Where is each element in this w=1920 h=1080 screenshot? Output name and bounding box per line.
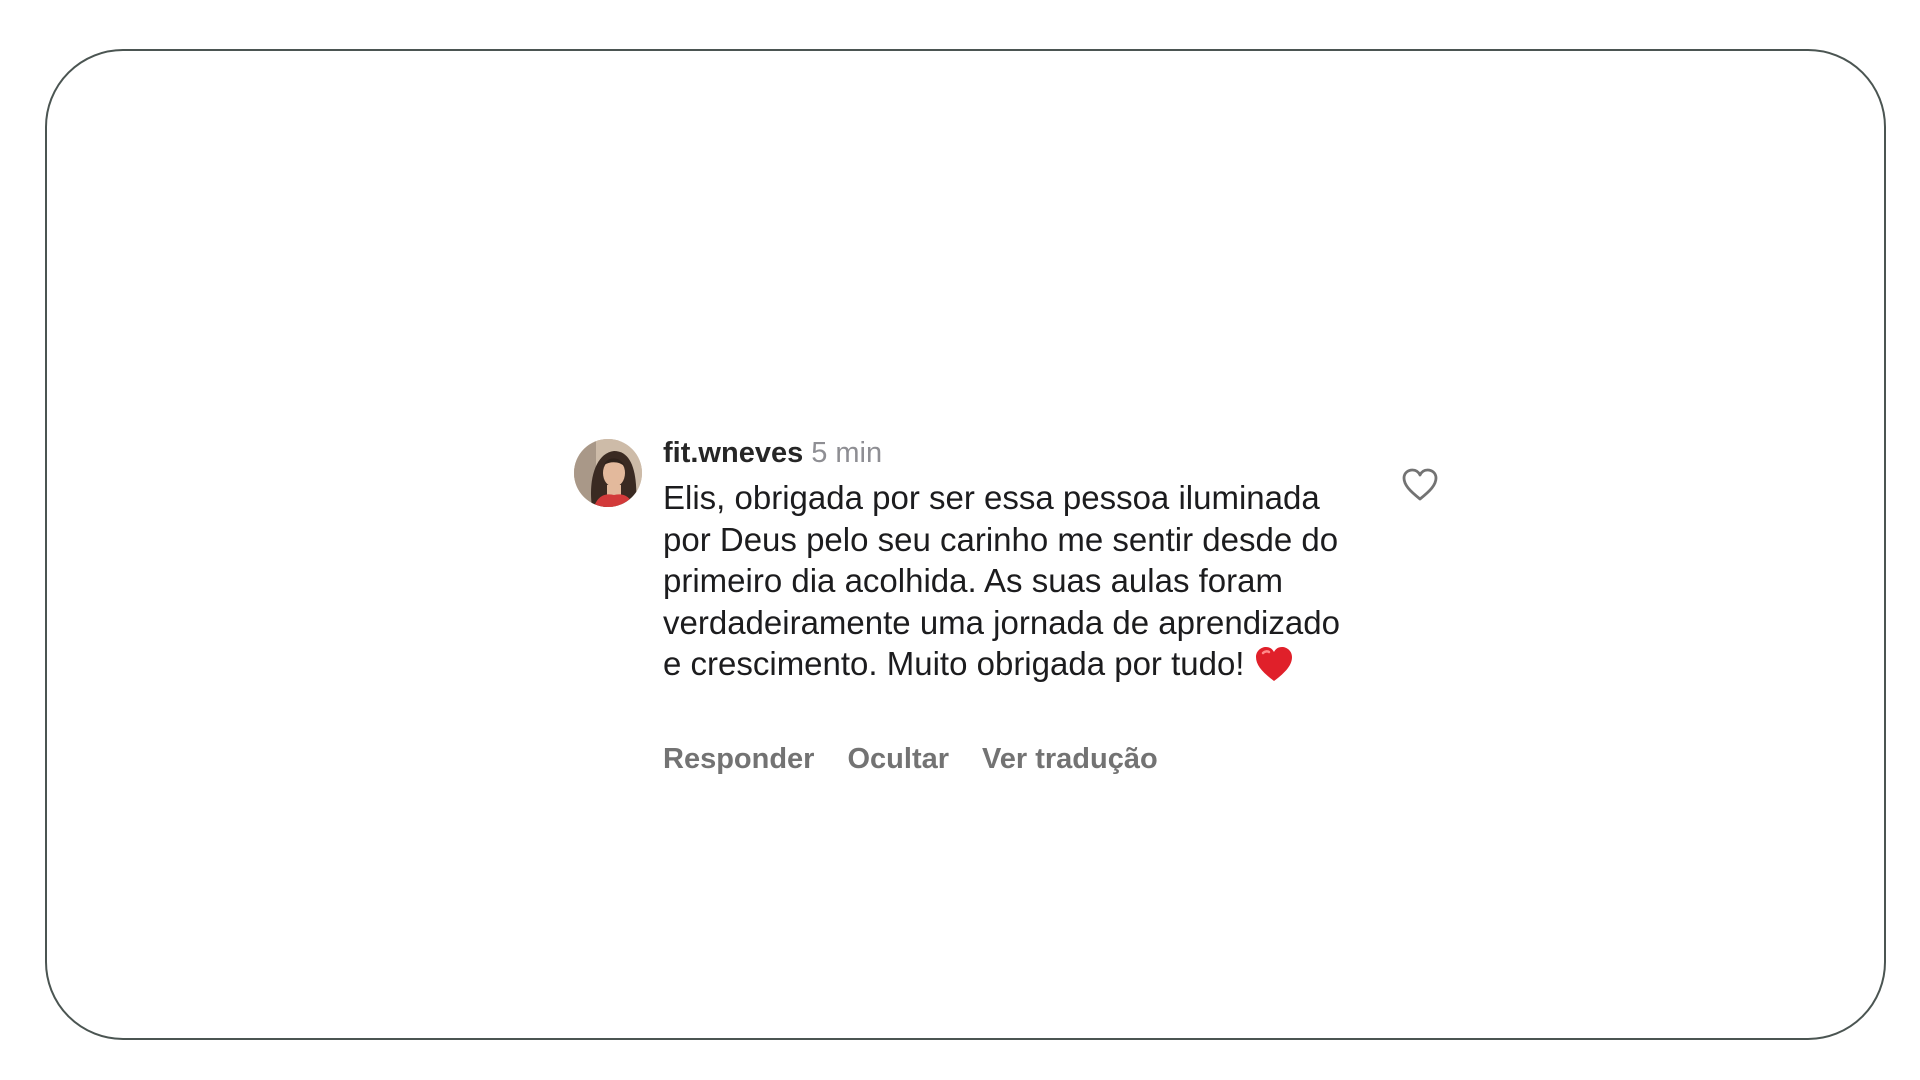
timestamp: 5 min	[811, 437, 883, 469]
avatar[interactable]	[574, 439, 642, 507]
like-button[interactable]	[1400, 465, 1440, 505]
comment-body: Elis, obrigada por ser essa pessoa ilumi…	[663, 479, 1340, 682]
comment-item: fit.wneves 5 min Elis, obrigada por ser e…	[552, 401, 1472, 801]
reply-button[interactable]: Responder	[663, 743, 814, 775]
heart-outline-icon	[1402, 468, 1438, 501]
comment-header: fit.wneves 5 min	[663, 435, 882, 471]
translate-button[interactable]: Ver tradução	[982, 743, 1158, 775]
hide-button[interactable]: Ocultar	[847, 743, 949, 775]
comment-text: Elis, obrigada por ser essa pessoa ilumi…	[663, 477, 1343, 693]
comment-actions: Responder Ocultar Ver tradução	[663, 741, 1191, 777]
avatar-image	[574, 439, 642, 507]
red-heart-emoji-icon	[1254, 645, 1294, 693]
username[interactable]: fit.wneves	[663, 437, 803, 469]
card-frame: fit.wneves 5 min Elis, obrigada por ser e…	[45, 49, 1886, 1040]
